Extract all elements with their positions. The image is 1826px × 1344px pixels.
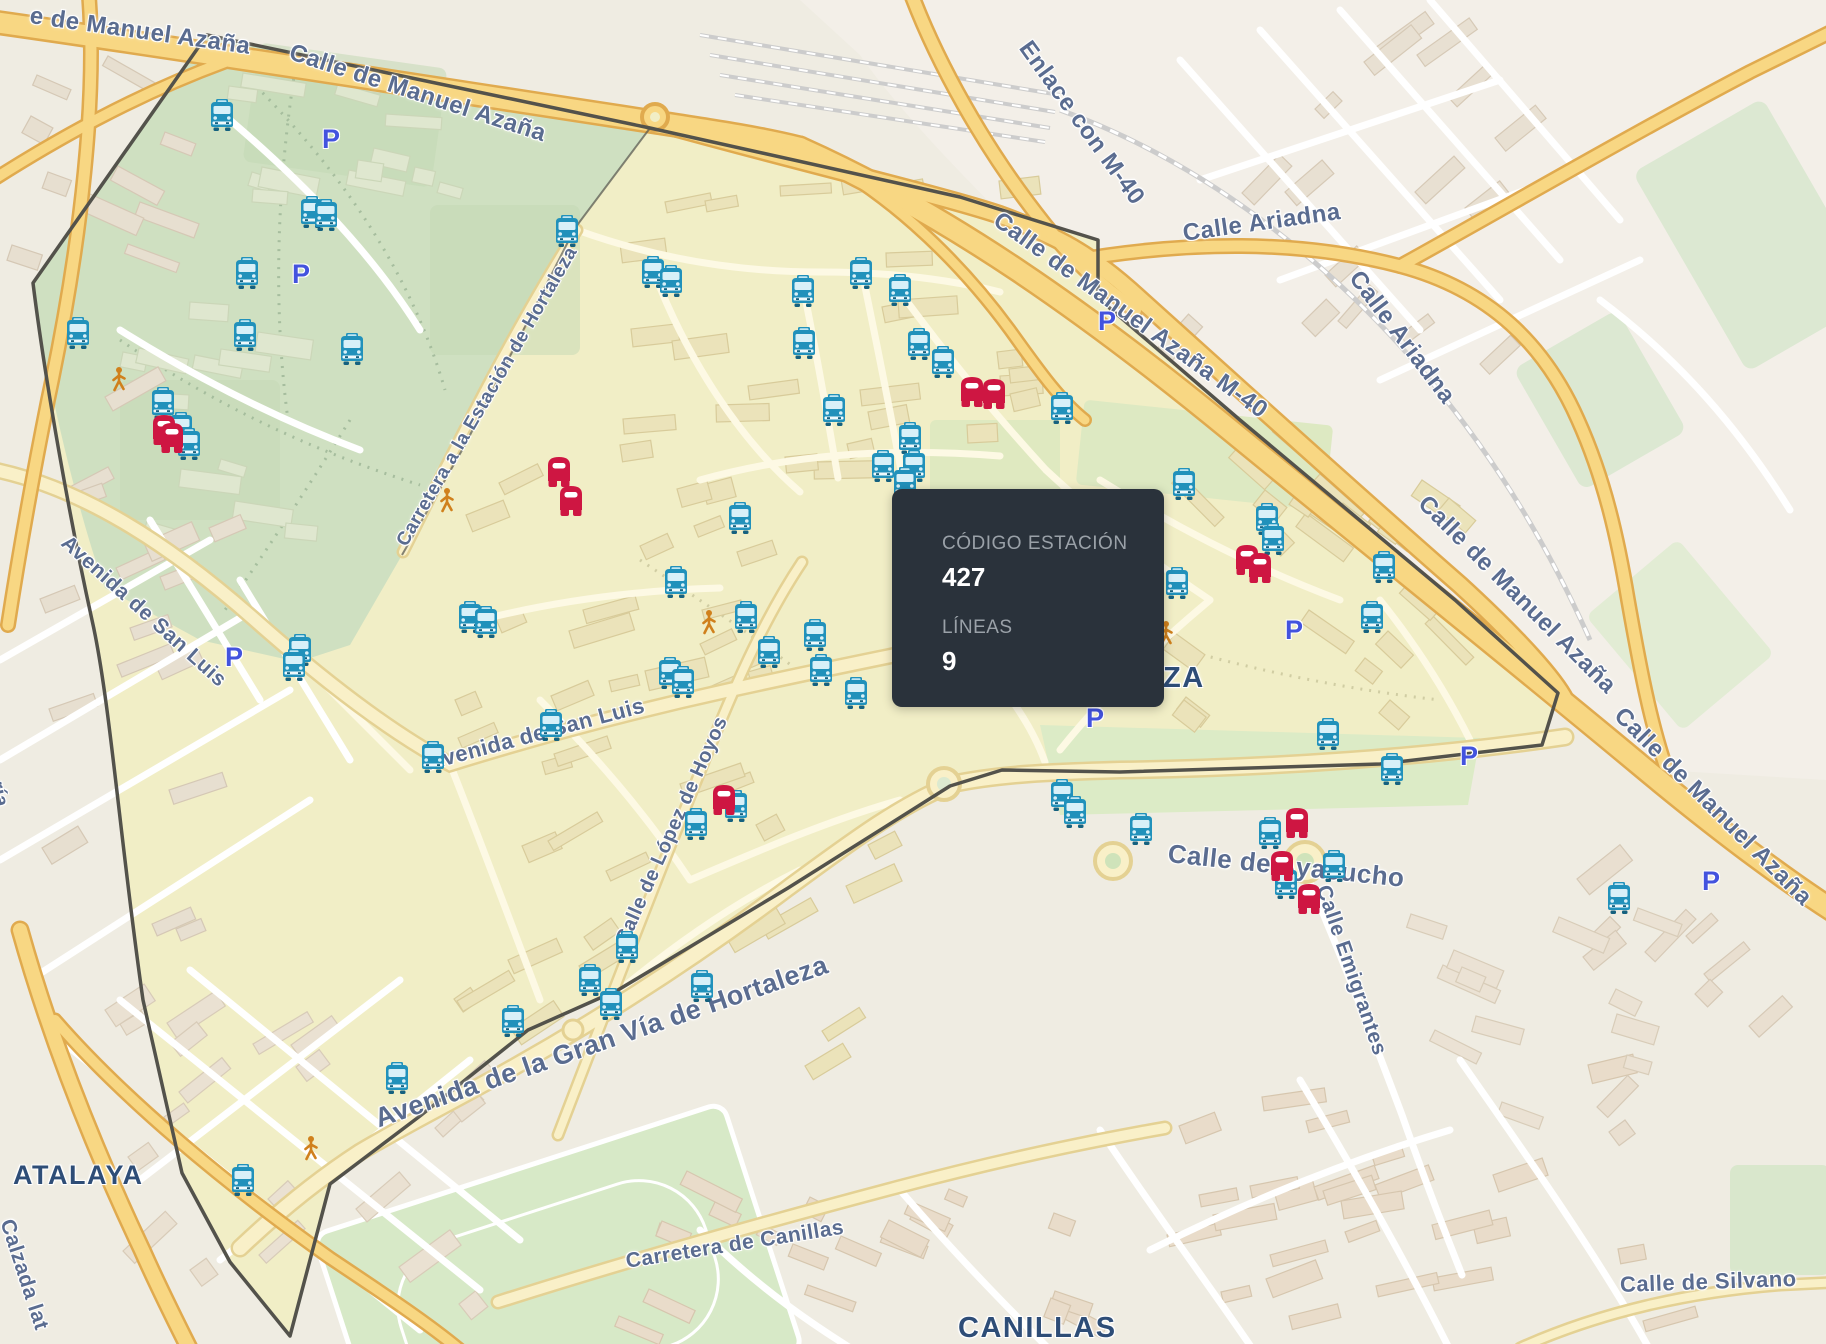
bus-stop-marker[interactable] — [669, 666, 697, 698]
bus-stop-marker[interactable] — [553, 215, 581, 247]
bus-stop-marker[interactable] — [657, 265, 685, 297]
bus-stop-marker[interactable] — [1061, 796, 1089, 828]
station-marker[interactable] — [1245, 552, 1275, 584]
bus-stop-marker[interactable] — [1314, 718, 1342, 750]
bus-stop-marker[interactable] — [229, 1164, 257, 1196]
bus-stop-marker[interactable] — [842, 677, 870, 709]
bus-stop-marker[interactable] — [1163, 567, 1191, 599]
bus-stop-marker[interactable] — [682, 808, 710, 840]
bus-stop-marker[interactable] — [280, 649, 308, 681]
station-marker[interactable] — [979, 378, 1009, 410]
map-canvas[interactable]: e de Manuel Azaña Calle de Manuel Azaña En… — [0, 0, 1826, 1344]
bus-stop-marker[interactable] — [732, 601, 760, 633]
bus-stop-marker[interactable] — [1605, 882, 1633, 914]
bus-stop-marker[interactable] — [1170, 468, 1198, 500]
tooltip-label: CÓDIGO ESTACIÓN — [942, 533, 1128, 554]
bus-stop-marker[interactable] — [312, 199, 340, 231]
station-marker[interactable] — [556, 485, 586, 517]
bus-stop-marker[interactable] — [383, 1062, 411, 1094]
station-marker[interactable] — [1282, 807, 1312, 839]
tooltip-value: 427 — [942, 562, 986, 592]
bus-stop-marker[interactable] — [726, 502, 754, 534]
bus-stop-marker[interactable] — [1127, 813, 1155, 845]
bus-stop-marker[interactable] — [801, 619, 829, 651]
bus-stop-marker[interactable] — [790, 327, 818, 359]
bus-stop-marker[interactable] — [537, 709, 565, 741]
bus-stop-marker[interactable] — [64, 317, 92, 349]
bus-stop-marker[interactable] — [472, 606, 500, 638]
bus-stop-marker[interactable] — [789, 275, 817, 307]
station-marker[interactable] — [709, 784, 739, 816]
bus-stop-marker[interactable] — [208, 99, 236, 131]
bus-stop-marker[interactable] — [807, 654, 835, 686]
tooltip-field-lines: LÍNEAS 9 — [942, 617, 1140, 677]
bus-stop-marker[interactable] — [820, 394, 848, 426]
bus-stop-marker[interactable] — [1320, 850, 1348, 882]
tooltip-field-station-code: CÓDIGO ESTACIÓN 427 — [942, 533, 1140, 593]
bus-stop-marker[interactable] — [1048, 392, 1076, 424]
bus-stop-marker[interactable] — [597, 988, 625, 1020]
tooltip-value: 9 — [942, 646, 957, 676]
bus-stop-marker[interactable] — [688, 970, 716, 1002]
station-marker[interactable] — [544, 456, 574, 488]
bus-stop-marker[interactable] — [755, 636, 783, 668]
bus-stop-marker[interactable] — [1370, 551, 1398, 583]
bus-stop-marker[interactable] — [499, 1005, 527, 1037]
bus-stop-marker[interactable] — [1256, 817, 1284, 849]
bus-stop-marker[interactable] — [1259, 523, 1287, 555]
station-marker[interactable] — [1294, 883, 1324, 915]
bus-stop-marker[interactable] — [847, 257, 875, 289]
station-marker[interactable] — [1267, 850, 1297, 882]
tooltip-label: LÍNEAS — [942, 617, 1013, 638]
bus-stop-marker[interactable] — [419, 741, 447, 773]
bus-stop-marker[interactable] — [886, 274, 914, 306]
station-marker[interactable] — [157, 422, 187, 454]
bus-stop-marker[interactable] — [613, 931, 641, 963]
bus-stop-marker[interactable] — [1378, 753, 1406, 785]
bus-stop-marker[interactable] — [662, 566, 690, 598]
bus-stop-marker[interactable] — [929, 346, 957, 378]
bus-stop-marker[interactable] — [231, 319, 259, 351]
station-tooltip: CÓDIGO ESTACIÓN 427 LÍNEAS 9 — [892, 489, 1164, 707]
bus-stop-marker[interactable] — [233, 257, 261, 289]
bus-stop-marker[interactable] — [1358, 601, 1386, 633]
bus-stop-marker[interactable] — [338, 333, 366, 365]
